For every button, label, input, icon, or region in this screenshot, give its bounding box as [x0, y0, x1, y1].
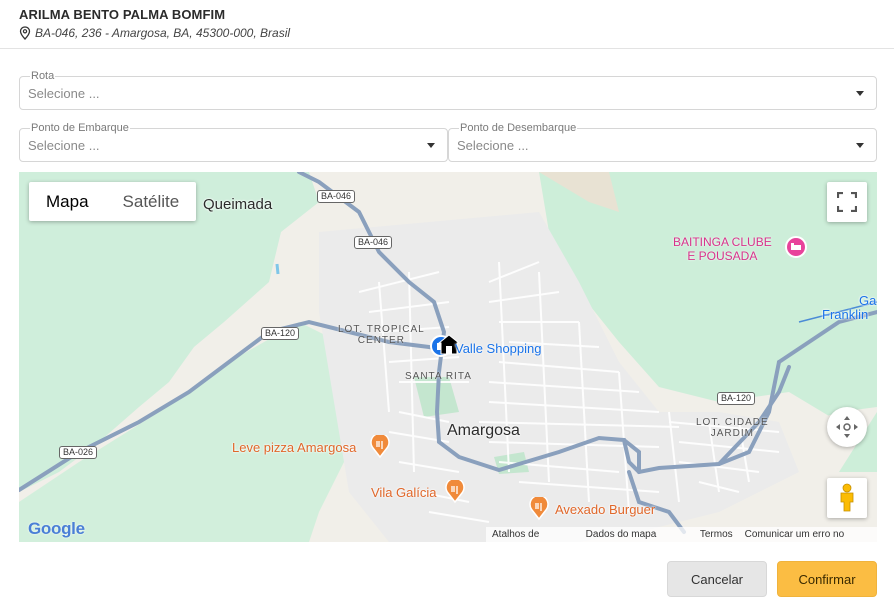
- street-view-button[interactable]: [827, 478, 867, 518]
- district-santa-rita: SANTA RITA: [405, 371, 472, 382]
- terms-link[interactable]: Termos: [694, 527, 739, 542]
- map[interactable]: BA-046 BA-046 BA-120 BA-120 BA-026 Queim…: [19, 172, 877, 542]
- camera-control-button[interactable]: [827, 407, 867, 447]
- caret-down-icon: [856, 143, 864, 148]
- google-logo-text: Google: [28, 519, 85, 538]
- poi-baitinga-line1: BAITINGA CLUBE: [673, 235, 772, 249]
- place-ga: Ga: [859, 293, 877, 308]
- map-data-text: Dados do mapa ©2026: [585, 529, 657, 540]
- address-line: BA-046, 236 - Amargosa, BA, 45300-000, B…: [19, 26, 290, 40]
- hotel-icon[interactable]: [785, 236, 807, 258]
- road-shield-ba120: BA-120: [261, 327, 300, 340]
- map-type-control: Mapa Satélite: [29, 182, 197, 221]
- map-type-map-button[interactable]: Mapa: [29, 182, 106, 221]
- alighting-point-value: Selecione ...: [457, 138, 529, 153]
- alighting-point-label: Ponto de Desembarque: [459, 122, 578, 135]
- poi-leve-pizza[interactable]: Leve pizza Amargosa: [232, 440, 356, 455]
- road-shield-ba120: BA-120: [717, 392, 756, 405]
- district-lot-tropical: LOT. TROPICAL CENTER: [338, 324, 425, 346]
- location-pin-icon: [19, 26, 31, 40]
- place-amargosa: Amargosa: [447, 422, 520, 439]
- place-queimada: Queimada: [203, 196, 273, 213]
- caret-down-icon: [427, 143, 435, 148]
- boarding-point-label: Ponto de Embarque: [30, 122, 130, 135]
- pegman-icon: [840, 483, 854, 512]
- district-lot-tropical-line2: CENTER: [357, 335, 405, 346]
- place-franklin: Franklin: [822, 307, 869, 322]
- district-lot-cidade-jardim: LOT. CIDADE JARDIM: [696, 417, 769, 439]
- road-shield-ba046: BA-046: [317, 190, 356, 203]
- stream: [275, 263, 280, 275]
- road-shield-ba046: BA-046: [354, 236, 393, 249]
- google-logo: Google: [28, 519, 85, 539]
- confirm-button[interactable]: Confirmar: [777, 561, 877, 597]
- map-attribution: Atalhos de teclado Dados do mapa ©2026 T…: [486, 527, 877, 542]
- report-error-link[interactable]: Comunicar um erro no mapa: [739, 527, 877, 542]
- boarding-point-select[interactable]: Ponto de Embarque Selecione ...: [19, 122, 448, 162]
- poi-baitinga-line2: E POUSADA: [687, 249, 758, 263]
- poi-baitinga[interactable]: BAITINGA CLUBE E POUSADA: [673, 235, 772, 263]
- header: ARILMA BENTO PALMA BOMFIM BA-046, 236 - …: [0, 0, 894, 49]
- route-label: Rota: [30, 70, 56, 83]
- restaurant-icon[interactable]: [444, 480, 466, 504]
- map-type-satellite-button[interactable]: Satélite: [106, 182, 197, 221]
- address-text: BA-046, 236 - Amargosa, BA, 45300-000, B…: [35, 26, 291, 40]
- district-lot-cidade-line2: JARDIM: [710, 428, 754, 439]
- poi-vila-galicia[interactable]: Vila Galícia: [371, 485, 437, 500]
- poi-valle-shopping[interactable]: Valle Shopping: [455, 341, 542, 356]
- keyboard-shortcuts-link[interactable]: Atalhos de teclado: [486, 527, 580, 542]
- poi-avexado-burguer[interactable]: Avexado Burguer: [555, 502, 655, 517]
- person-name: ARILMA BENTO PALMA BOMFIM: [19, 7, 226, 22]
- fullscreen-button[interactable]: [827, 182, 867, 222]
- restaurant-icon[interactable]: [369, 435, 391, 459]
- road-shield-ba026: BA-026: [59, 446, 98, 459]
- cancel-button[interactable]: Cancelar: [667, 561, 767, 597]
- district-lot-tropical-line1: LOT. TROPICAL: [338, 324, 425, 335]
- caret-down-icon: [856, 91, 864, 96]
- route-value: Selecione ...: [28, 86, 100, 101]
- camera-control-icon: [836, 416, 858, 438]
- route-select[interactable]: Rota Selecione ...: [19, 70, 877, 110]
- restaurant-icon[interactable]: [528, 497, 550, 521]
- district-lot-cidade-line1: LOT. CIDADE: [696, 417, 769, 428]
- boarding-point-value: Selecione ...: [28, 138, 100, 153]
- fullscreen-icon: [837, 192, 857, 212]
- alighting-point-select[interactable]: Ponto de Desembarque Selecione ...: [448, 122, 877, 162]
